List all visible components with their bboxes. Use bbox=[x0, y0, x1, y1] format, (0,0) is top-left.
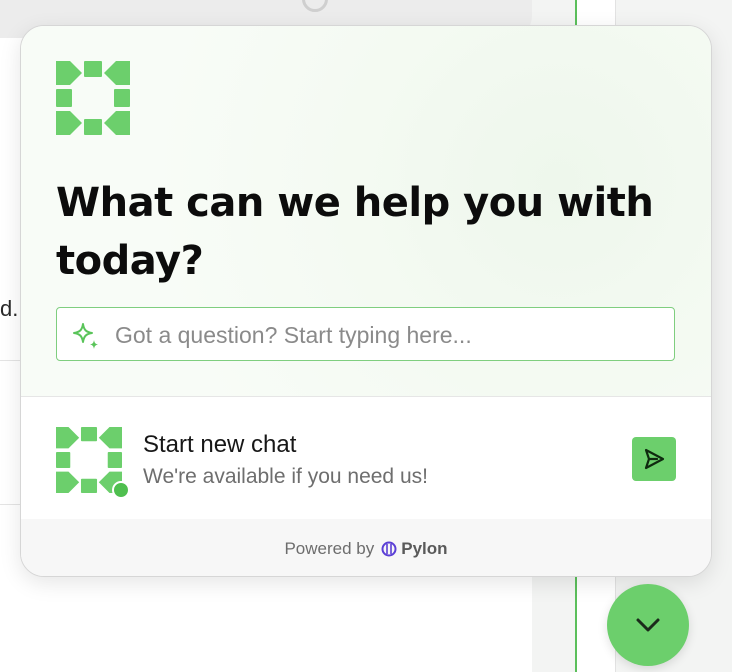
powered-by-footer: Powered by Pylon bbox=[21, 519, 711, 576]
background-text-fragment: d. bbox=[0, 296, 19, 321]
powered-by-label: Powered by bbox=[284, 538, 375, 558]
send-button[interactable] bbox=[632, 437, 676, 481]
sparkle-icon bbox=[73, 323, 98, 349]
search-input[interactable] bbox=[113, 308, 667, 362]
start-new-chat-row[interactable]: Start new chat We're available if you ne… bbox=[21, 397, 711, 519]
online-status-indicator bbox=[112, 481, 130, 499]
page-title: What can we help you with today? bbox=[56, 180, 654, 284]
avatar bbox=[56, 427, 122, 493]
search-box[interactable] bbox=[56, 307, 675, 362]
close-widget-button[interactable] bbox=[607, 584, 689, 666]
pylon-icon bbox=[381, 541, 397, 556]
company-logo-icon bbox=[56, 61, 130, 135]
chat-widget: What can we help you with today? Start bbox=[20, 25, 712, 577]
send-icon bbox=[644, 448, 665, 470]
chevron-down-icon bbox=[636, 618, 660, 632]
chat-title: Start new chat bbox=[143, 431, 297, 458]
widget-hero: What can we help you with today? bbox=[21, 26, 711, 397]
chat-subtitle: We're available if you need us! bbox=[143, 465, 428, 488]
background-circle-icon bbox=[302, 0, 328, 12]
pylon-brand-link[interactable]: Pylon bbox=[401, 539, 447, 559]
